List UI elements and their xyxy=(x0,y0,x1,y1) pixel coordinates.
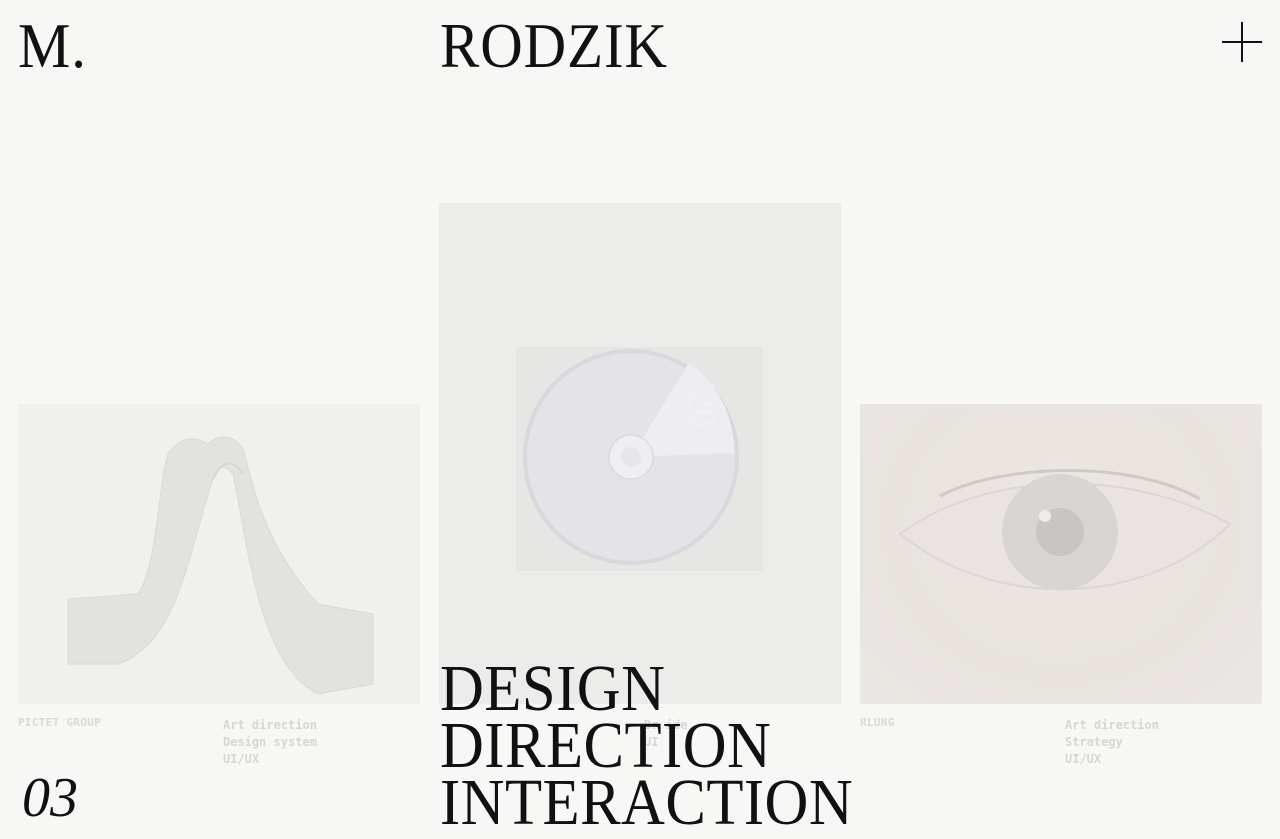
eye-closeup-image xyxy=(860,404,1262,704)
project-services: Art direction Strategy UI/UX xyxy=(1065,717,1159,768)
menu-button[interactable] xyxy=(1222,22,1262,62)
project-card-album[interactable]: '20 xyxy=(439,203,841,704)
logo-initial[interactable]: M. xyxy=(18,14,87,78)
service-item: UI/UX xyxy=(223,752,260,766)
service-item: Strategy xyxy=(1065,735,1123,749)
project-card-pictet[interactable] xyxy=(18,404,420,704)
svg-text:'20: '20 xyxy=(680,383,722,428)
project-client: PICTET GROUP xyxy=(18,716,102,729)
sculpture-image xyxy=(18,404,420,704)
hero-word: INTERACTION xyxy=(440,766,854,839)
logo-name[interactable]: RODZIK xyxy=(440,14,668,78)
project-services: Art direction Design system UI/UX xyxy=(223,717,317,768)
service-item: Art direction xyxy=(223,718,317,732)
section-counter: 03 xyxy=(22,767,78,829)
service-item: Design system xyxy=(223,735,317,749)
hero-words: DESIGN DIRECTION INTERACTION xyxy=(440,656,854,839)
service-item: UI/UX xyxy=(1065,752,1102,766)
cd-album-image: '20 xyxy=(439,203,841,704)
project-card-rlung[interactable] xyxy=(860,404,1262,704)
project-client: RLUNG xyxy=(860,716,895,729)
service-item: Art direction xyxy=(1065,718,1159,732)
